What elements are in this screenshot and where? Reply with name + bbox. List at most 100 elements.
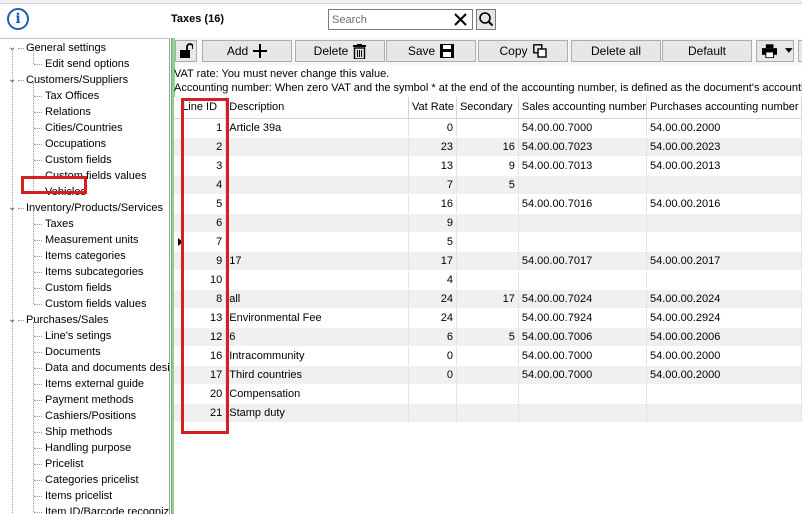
tree-item[interactable]: Relations (45, 104, 91, 120)
cell-description[interactable] (225, 194, 409, 214)
tree-item[interactable]: Measurement units (45, 232, 139, 248)
tree-group-label[interactable]: Inventory/Products/Services (26, 200, 163, 216)
cell-line-id[interactable]: 20 (174, 384, 227, 404)
table-row[interactable]: 3 13 9 54.00.00.7013 54.00.00.2013 (174, 156, 802, 176)
cell-line-id[interactable]: 4 (174, 175, 227, 195)
cell-vat-rate[interactable]: 0 (408, 346, 457, 366)
tree-item[interactable]: Item ID/Barcode recogniz (45, 504, 169, 514)
cell-description[interactable]: Stamp duty (225, 403, 409, 423)
column-header-secondary[interactable]: Secondary (456, 97, 519, 119)
cell-vat-rate[interactable]: 23 (408, 137, 457, 157)
cell-sales-accounting[interactable] (518, 232, 648, 252)
info-icon[interactable]: i (7, 8, 29, 30)
cell-secondary[interactable]: 16 (456, 137, 519, 157)
cell-vat-rate[interactable]: 24 (408, 289, 457, 309)
cell-secondary[interactable] (456, 346, 519, 366)
table-row[interactable]: 1 Article 39a 0 54.00.00.7000 54.00.00.2000 (174, 118, 802, 138)
tree-group-label[interactable]: General settings (26, 40, 106, 56)
table-row[interactable]: 10 4 (174, 270, 802, 290)
tree-item[interactable]: Tax Offices (45, 88, 99, 104)
cell-sales-accounting[interactable]: 54.00.00.7016 (518, 194, 648, 214)
cell-secondary[interactable] (456, 194, 519, 214)
table-row[interactable]: 13 Environmental Fee 24 54.00.00.7924 54.00.… (174, 308, 802, 328)
cell-purchases-accounting[interactable] (646, 270, 802, 290)
table-row[interactable]: 75 (174, 232, 802, 252)
cell-description[interactable]: Compensation (225, 384, 409, 404)
cell-description[interactable]: all (225, 289, 409, 309)
cell-secondary[interactable] (456, 270, 519, 290)
cell-sales-accounting[interactable]: 54.00.00.7000 (518, 118, 648, 138)
cell-description[interactable]: 6 (225, 327, 409, 347)
table-row[interactable]: 17 Third countries 0 54.00.00.7000 54.00.00.… (174, 365, 802, 385)
tree-group-label[interactable]: Purchases/Sales (26, 312, 109, 328)
add-button[interactable]: Add (202, 40, 292, 62)
tree-item[interactable]: Line's setings (45, 328, 111, 344)
cell-description[interactable]: Article 39a (225, 118, 409, 138)
tree-item[interactable]: Taxes (45, 216, 74, 232)
search-input[interactable] (329, 10, 449, 29)
cell-purchases-accounting[interactable] (646, 403, 802, 423)
cell-secondary[interactable] (456, 384, 519, 404)
table-row[interactable]: 8 all 24 17 54.00.00.7024 54.00.00.2024 (174, 289, 802, 309)
cell-vat-rate[interactable]: 24 (408, 308, 457, 328)
tree-group-label[interactable]: Customers/Suppliers (26, 72, 128, 88)
cell-purchases-accounting[interactable]: 54.00.00.2924 (646, 308, 802, 328)
cell-line-id[interactable]: 3 (174, 156, 227, 176)
cell-description[interactable] (225, 137, 409, 157)
cell-secondary[interactable]: 5 (456, 327, 519, 347)
cell-secondary[interactable]: 9 (456, 156, 519, 176)
cell-vat-rate[interactable] (408, 384, 457, 404)
cell-purchases-accounting[interactable]: 54.00.00.2016 (646, 194, 802, 214)
cell-sales-accounting[interactable]: 54.00.00.7000 (518, 365, 648, 385)
copy-button[interactable]: Copy (478, 40, 568, 62)
cell-sales-accounting[interactable] (518, 403, 648, 423)
cell-vat-rate[interactable]: 4 (408, 270, 457, 290)
cell-description[interactable] (225, 156, 409, 176)
tree-item[interactable]: Items pricelist (45, 488, 112, 504)
cell-secondary[interactable] (456, 251, 519, 271)
table-row[interactable]: 2 23 16 54.00.00.7023 54.00.00.2023 (174, 137, 802, 157)
cell-purchases-accounting[interactable]: 54.00.00.2013 (646, 156, 802, 176)
cell-sales-accounting[interactable]: 54.00.00.7000 (518, 346, 648, 366)
delete-button[interactable]: Delete (295, 40, 385, 62)
cell-vat-rate[interactable]: 0 (408, 118, 457, 138)
print-button[interactable] (756, 40, 794, 62)
cell-sales-accounting[interactable] (518, 384, 648, 404)
cell-line-id[interactable]: 21 (174, 403, 227, 423)
table-row[interactable]: 69 (174, 213, 802, 233)
tree-item[interactable]: Custom fields values (45, 296, 147, 312)
cell-secondary[interactable] (456, 365, 519, 385)
cell-secondary[interactable] (456, 308, 519, 328)
cell-sales-accounting[interactable] (518, 270, 648, 290)
cell-line-id[interactable]: 2 (174, 137, 227, 157)
tree-item[interactable]: Payment methods (45, 392, 134, 408)
cell-sales-accounting[interactable]: 54.00.00.7023 (518, 137, 648, 157)
cell-purchases-accounting[interactable] (646, 232, 802, 252)
cell-sales-accounting[interactable]: 54.00.00.7024 (518, 289, 648, 309)
cell-vat-rate[interactable]: 16 (408, 194, 457, 214)
column-header-line-id[interactable]: Line ID (174, 97, 227, 119)
cell-purchases-accounting[interactable] (646, 175, 802, 195)
cell-purchases-accounting[interactable]: 54.00.00.2023 (646, 137, 802, 157)
chevron-down-icon[interactable] (785, 48, 793, 54)
cell-sales-accounting[interactable] (518, 175, 648, 195)
cell-vat-rate[interactable]: 0 (408, 365, 457, 385)
cell-line-id[interactable]: 17 (174, 365, 227, 385)
cell-vat-rate[interactable]: 17 (408, 251, 457, 271)
cell-sales-accounting[interactable] (518, 213, 648, 233)
toolbar-overflow[interactable] (798, 40, 802, 62)
cell-purchases-accounting[interactable]: 54.00.00.2000 (646, 118, 802, 138)
tree-item[interactable]: Occupations (45, 136, 106, 152)
cell-vat-rate[interactable]: 9 (408, 213, 457, 233)
tree-item[interactable]: Custom fields (45, 152, 112, 168)
cell-line-id[interactable]: 13 (174, 308, 227, 328)
table-row[interactable]: 9 17 17 54.00.00.7017 54.00.00.2017 (174, 251, 802, 271)
cell-line-id[interactable]: 12 (174, 327, 227, 347)
cell-secondary[interactable]: 17 (456, 289, 519, 309)
table-row[interactable]: 16 Intracommunity 0 54.00.00.7000 54.00.00.2… (174, 346, 802, 366)
tree-item[interactable]: Custom fields (45, 280, 112, 296)
table-row[interactable]: 21 Stamp duty (174, 403, 802, 423)
default-button[interactable]: Default (662, 40, 752, 62)
cell-description[interactable] (225, 270, 409, 290)
cell-secondary[interactable]: 5 (456, 175, 519, 195)
